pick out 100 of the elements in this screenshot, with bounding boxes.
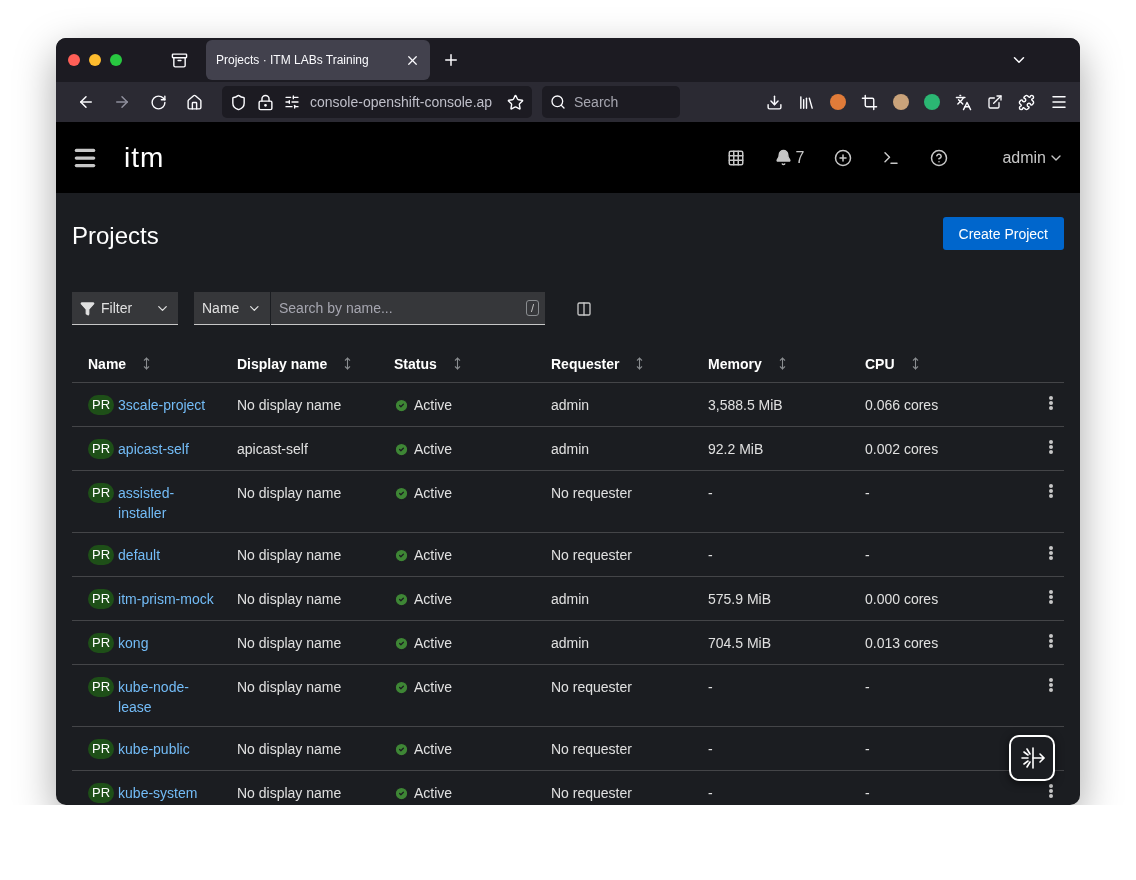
status-text: Active [414, 590, 453, 609]
table-cell-text: No display name [237, 784, 343, 803]
project-badge: PR [88, 439, 115, 459]
columns-icon[interactable] [576, 300, 592, 317]
project-link[interactable]: 3scale-project [118, 395, 219, 415]
notification-count[interactable]: 7 [795, 148, 805, 167]
kebab-icon [1049, 546, 1053, 560]
download-icon[interactable] [766, 93, 783, 111]
table-cell-text: admin [551, 396, 591, 415]
floating-action-button[interactable] [1009, 735, 1055, 781]
table-cell-text: No display name [237, 546, 343, 565]
address-bar[interactable]: console-openshift-console.ap [222, 86, 532, 118]
table-cell-text: admin [551, 440, 591, 459]
shield-icon[interactable] [230, 93, 247, 111]
browser-tab[interactable]: Projects · ITM LABs Training [206, 40, 430, 80]
create-project-button[interactable]: Create Project [942, 217, 1064, 250]
table-cell-text: No requester [551, 740, 633, 759]
bell-icon[interactable] [774, 149, 792, 166]
check-icon [394, 547, 409, 563]
external-link-icon[interactable] [987, 94, 1003, 110]
column-header[interactable]: Display name [237, 355, 394, 372]
translate-icon[interactable] [955, 93, 972, 111]
project-badge: PR [88, 677, 115, 697]
search-field[interactable]: Search [542, 86, 680, 118]
table-cell-text: 92.2 MiB [708, 440, 765, 459]
extension-icon[interactable] [893, 94, 909, 110]
column-header[interactable]: Name [88, 355, 237, 372]
table-cell-text: - [708, 546, 714, 565]
table-cell-text: - [708, 484, 714, 503]
check-icon [394, 485, 409, 501]
project-link[interactable]: assisted-installer [118, 483, 219, 523]
puzzle-icon[interactable] [1018, 93, 1035, 111]
add-icon[interactable] [834, 148, 853, 167]
table-cell-text: - [708, 678, 714, 697]
status-text: Active [414, 440, 453, 459]
table-cell-text: No display name [237, 484, 343, 503]
status-text: Active [414, 678, 453, 697]
check-icon [394, 441, 409, 457]
project-badge: PR [88, 783, 115, 803]
column-header[interactable]: CPU [865, 355, 1022, 372]
table-cell-text: 0.066 cores [865, 396, 940, 415]
kebab-icon [1049, 784, 1053, 798]
table-cell-text: 0.000 cores [865, 590, 940, 609]
tab-tray-icon[interactable] [171, 51, 188, 69]
filter-dropdown[interactable]: Filter [72, 292, 178, 325]
close-window-icon[interactable] [68, 54, 80, 66]
table-cell-text: 704.5 MiB [708, 634, 773, 653]
table-cell-text: 575.9 MiB [708, 590, 773, 609]
kebab-icon [1049, 440, 1053, 454]
project-link[interactable]: apicast-self [118, 439, 219, 459]
search-field[interactable]: Search by name... / [271, 292, 545, 325]
project-link[interactable]: kube-system [118, 783, 219, 803]
column-header[interactable]: Status [394, 355, 551, 372]
check-icon [394, 635, 409, 651]
star-icon[interactable] [507, 93, 524, 111]
project-link[interactable]: kong [118, 633, 219, 653]
extension-icon[interactable] [924, 94, 940, 110]
maximize-window-icon[interactable] [110, 54, 122, 66]
project-badge: PR [88, 395, 115, 415]
column-header[interactable]: Memory [708, 355, 865, 372]
kebab-icon [1049, 678, 1053, 692]
table-cell-text: 0.002 cores [865, 440, 940, 459]
app-grid-icon[interactable] [726, 148, 745, 167]
kebab-icon [1049, 590, 1053, 604]
project-badge: PR [88, 483, 115, 503]
project-link[interactable]: itm-prism-mock [118, 589, 219, 609]
library-icon[interactable] [798, 93, 815, 111]
filter-icon [80, 300, 95, 316]
extension-icon[interactable] [830, 94, 846, 110]
attribute-dropdown[interactable]: Name [194, 292, 270, 325]
project-badge: PR [88, 633, 115, 653]
table-cell-text: admin [551, 590, 591, 609]
crop-icon[interactable] [861, 93, 878, 111]
help-icon[interactable] [930, 148, 949, 167]
new-tab-icon[interactable] [442, 51, 460, 69]
table-cell-text: No display name [237, 590, 343, 609]
table-cell-text: - [708, 784, 714, 803]
column-header[interactable]: Requester [551, 355, 708, 372]
project-link[interactable]: default [118, 545, 219, 565]
table-cell-text: 0.013 cores [865, 634, 940, 653]
minimize-window-icon[interactable] [89, 54, 101, 66]
menu-icon[interactable] [1050, 93, 1068, 111]
project-link[interactable]: kube-public [118, 739, 219, 759]
lock-icon[interactable] [257, 93, 274, 111]
check-icon [394, 591, 409, 607]
status-text: Active [414, 740, 453, 759]
sliders-icon[interactable] [284, 94, 300, 110]
table-cell-text: No display name [237, 396, 343, 415]
table-cell-text: No requester [551, 484, 633, 503]
user-menu[interactable]: admin [1002, 148, 1064, 167]
table-cell-text: No display name [237, 634, 343, 653]
check-icon [394, 397, 409, 413]
table-cell-text: No requester [551, 784, 633, 803]
check-icon [394, 741, 409, 757]
project-link[interactable]: kube-node-lease [118, 677, 219, 717]
project-badge: PR [88, 739, 115, 759]
kebab-icon [1049, 634, 1053, 648]
table-cell-text: - [865, 740, 871, 759]
table-cell-text: - [865, 678, 871, 697]
kebab-icon [1049, 396, 1053, 410]
